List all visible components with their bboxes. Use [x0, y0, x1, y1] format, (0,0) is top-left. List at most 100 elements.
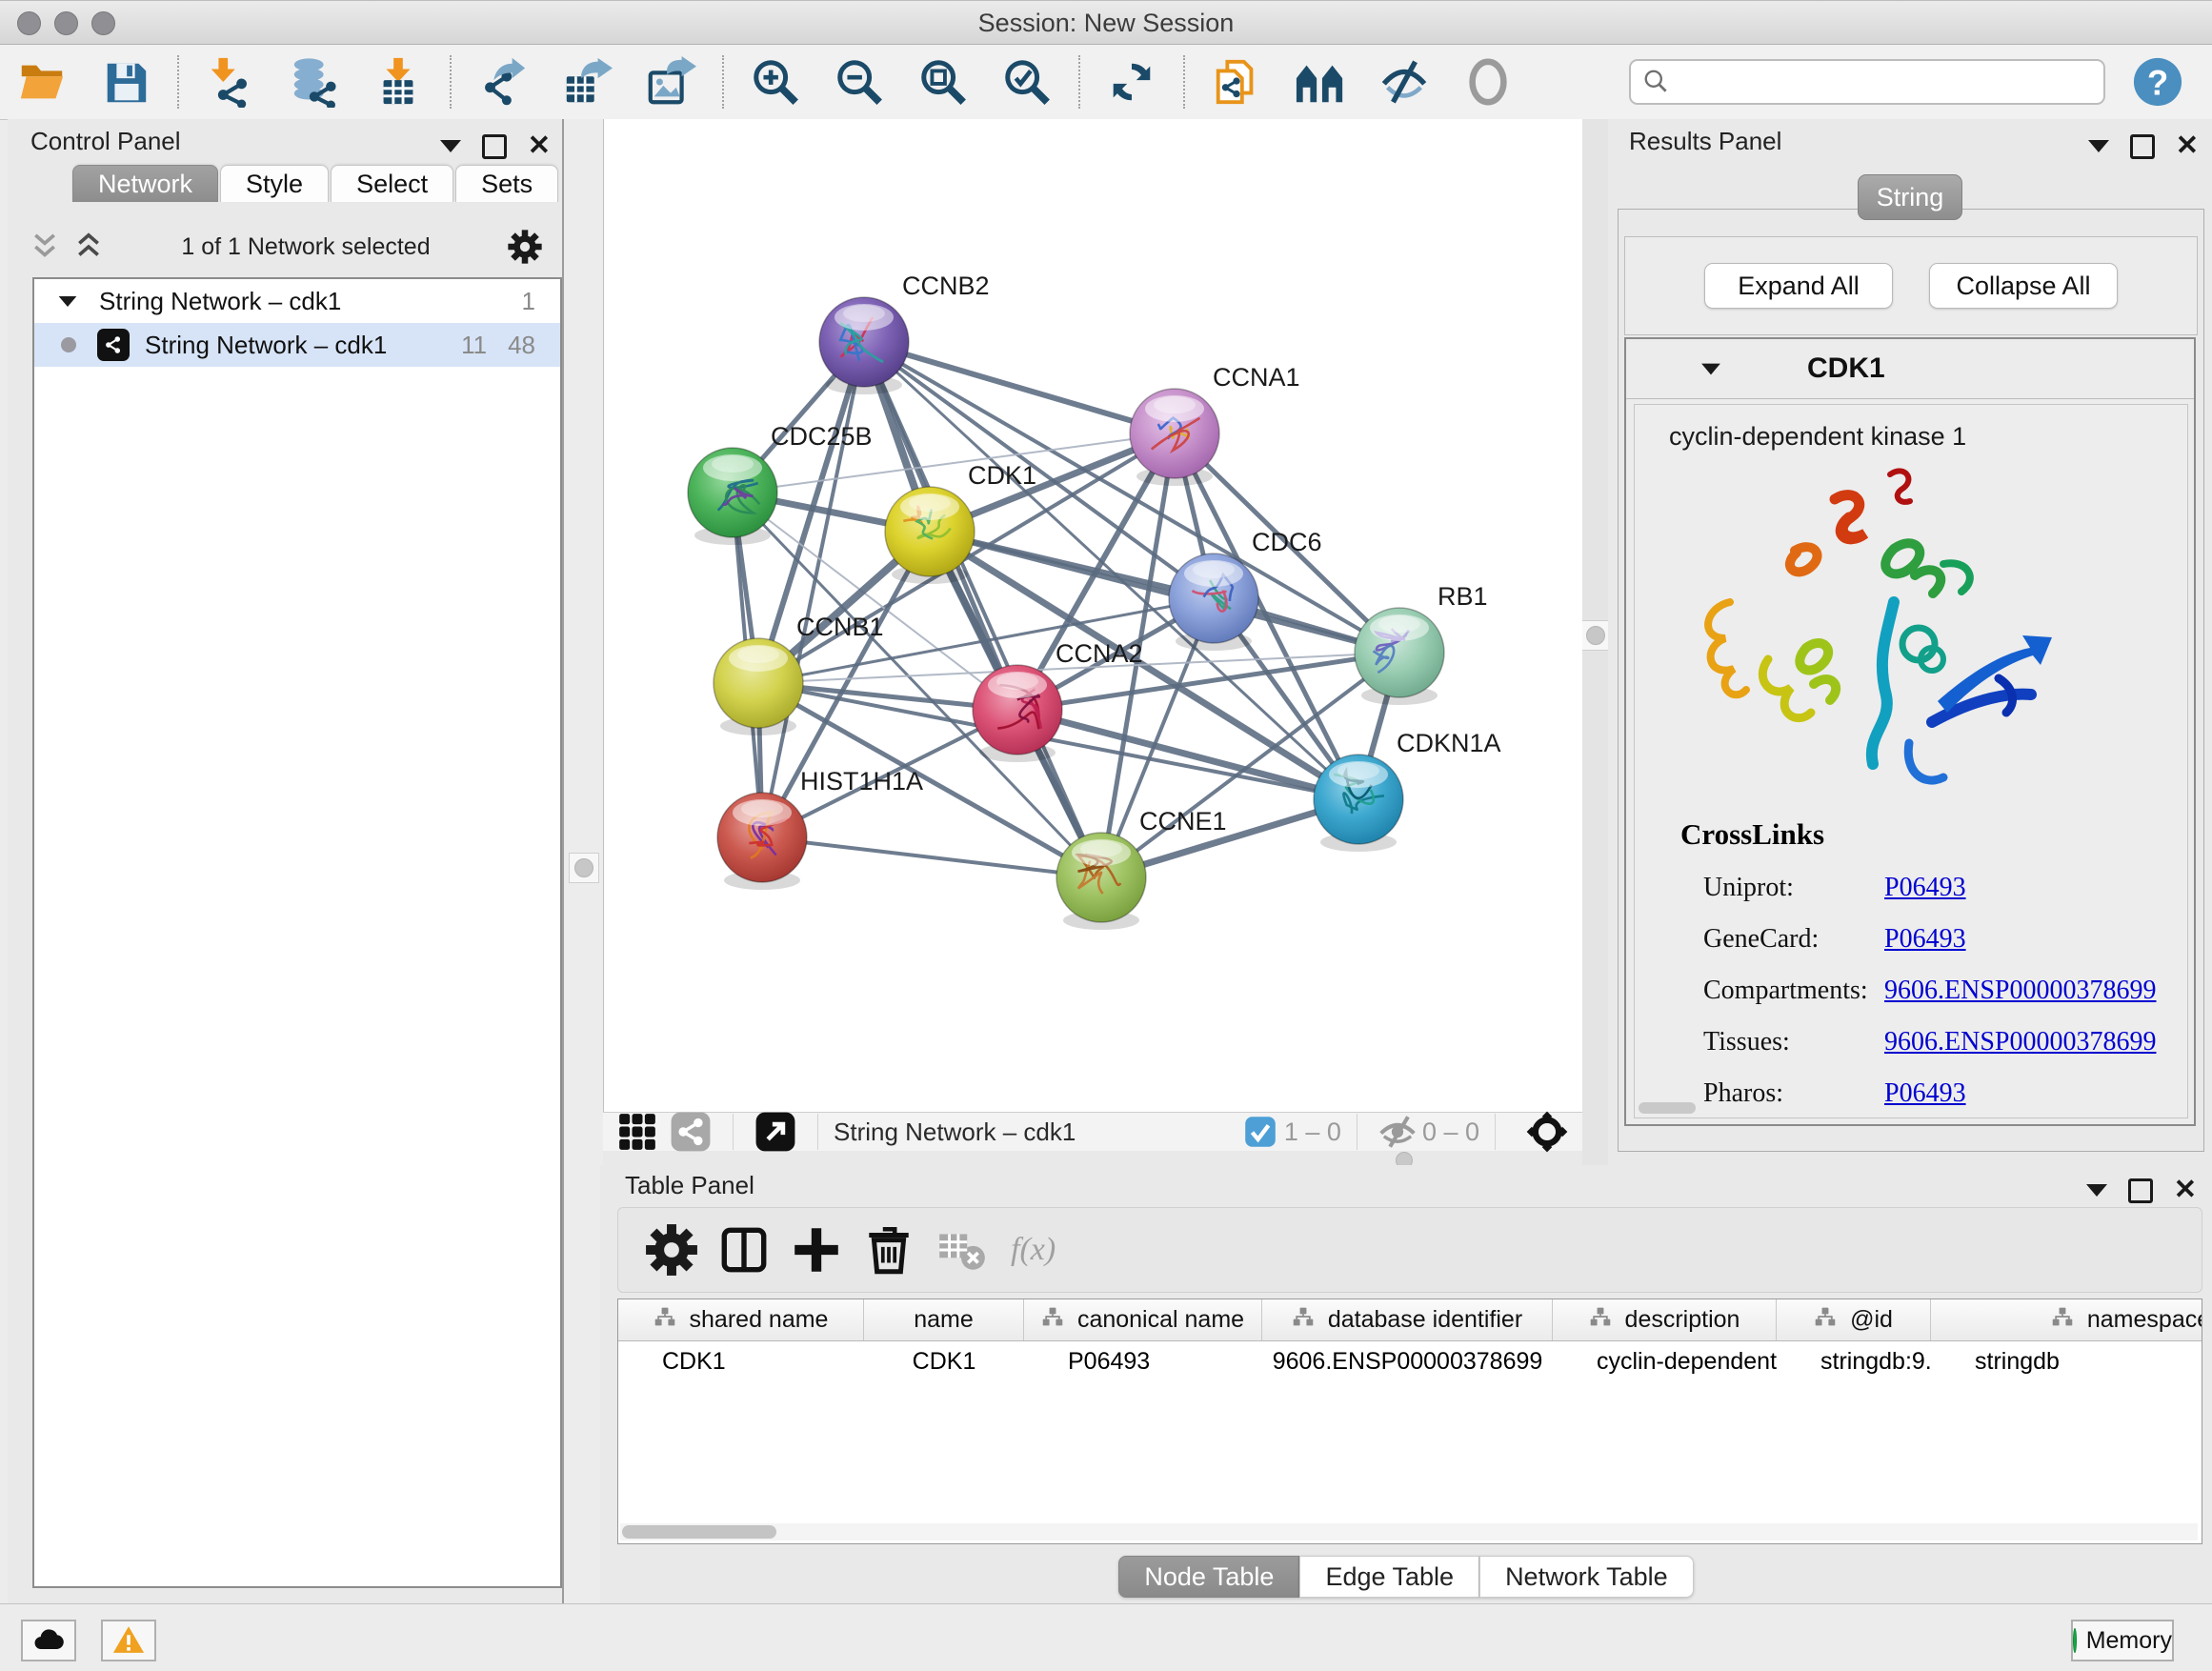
network-options-gear-icon[interactable] [507, 229, 543, 265]
import-network-file-icon[interactable] [203, 54, 258, 110]
close-panel-icon[interactable]: ✕ [2176, 132, 2199, 160]
left-splitter-grip[interactable] [569, 853, 599, 883]
tab-network-table[interactable]: Network Table [1479, 1556, 1694, 1598]
float-panel-icon[interactable] [2130, 134, 2155, 159]
edge-HIST1H1A-CCNE1[interactable] [762, 837, 1101, 877]
close-panel-icon[interactable]: ✕ [2174, 1177, 2197, 1204]
crosslink-link[interactable]: P06493 [1884, 924, 1966, 955]
expand-all-icon[interactable] [72, 231, 105, 263]
float-panel-icon[interactable] [2128, 1178, 2153, 1203]
import-table-file-icon[interactable] [371, 54, 426, 110]
save-session-icon[interactable] [98, 54, 153, 110]
memory-button[interactable]: Memory [2071, 1620, 2174, 1661]
float-panel-icon[interactable] [482, 134, 507, 159]
edge-CCNB2-HIST1H1A[interactable] [762, 342, 864, 837]
tab-style[interactable]: Style [220, 165, 329, 202]
selected-checkbox-icon[interactable] [1244, 1116, 1277, 1148]
network-node-CCNE1[interactable]: CCNE1 [1056, 807, 1227, 930]
column-header-canonical-name[interactable]: canonical name [1024, 1299, 1262, 1340]
network-row-selected[interactable]: String Network – cdk1 11 48 [34, 323, 560, 367]
crosslink-link[interactable]: 9606.ENSP00000378699 [1884, 976, 2156, 1006]
crosslink-link[interactable]: P06493 [1884, 873, 1966, 903]
cloud-icon [31, 1623, 66, 1658]
center-view-crosshair-icon[interactable] [1525, 1110, 1569, 1154]
open-session-icon[interactable] [14, 54, 70, 110]
right-splitter[interactable] [1582, 119, 1608, 1165]
column-header-namespace[interactable]: namespace [1931, 1299, 2202, 1340]
node-table[interactable]: shared namenamecanonical namedatabase id… [617, 1299, 2202, 1544]
edge-CCNB2-CCNE1[interactable] [864, 342, 1101, 877]
collapse-all-icon[interactable] [29, 231, 61, 263]
import-network-database-icon[interactable] [287, 54, 342, 110]
zoom-in-icon[interactable] [748, 54, 803, 110]
column-header-@id[interactable]: @id [1777, 1299, 1931, 1340]
collection-expand-icon[interactable] [59, 295, 77, 306]
tab-edge-table[interactable]: Edge Table [1299, 1556, 1479, 1598]
panel-menu-icon[interactable] [2086, 1184, 2107, 1197]
search-input[interactable] [1671, 68, 2103, 96]
table-horizontal-scrollbar[interactable] [620, 1523, 2198, 1540]
table-row[interactable]: CDK1CDK1P064939606.ENSP00000378699cyclin… [618, 1341, 2202, 1382]
network-graph[interactable]: CCNB2CCNA1CDC25BCDK1CDC6RB1CCNB1CCNA2CDK… [604, 119, 1583, 1112]
refresh-view-icon[interactable] [1104, 54, 1159, 110]
gene-collapse-icon[interactable] [1701, 363, 1720, 374]
birds-eye-view-icon[interactable] [754, 1111, 796, 1153]
collapse-all-button[interactable]: Collapse All [1929, 263, 2118, 309]
zoom-selected-icon[interactable] [999, 54, 1055, 110]
show-columns-icon[interactable] [716, 1222, 772, 1278]
bottom-splitter[interactable] [603, 1150, 1582, 1165]
results-panel: Results Panel ✕ String Expand All Collap… [1608, 119, 2212, 1165]
warnings-button[interactable] [101, 1620, 156, 1661]
column-header-database-identifier[interactable]: database identifier [1262, 1299, 1553, 1340]
expand-all-button[interactable]: Expand All [1704, 263, 1893, 309]
tab-string[interactable]: String [1858, 174, 1962, 220]
close-panel-icon[interactable]: ✕ [528, 132, 551, 160]
column-header-description[interactable]: description [1553, 1299, 1777, 1340]
column-header-shared-name[interactable]: shared name [618, 1299, 864, 1340]
edge-CCNB2-CCNA1[interactable] [864, 342, 1175, 433]
crosslink-link[interactable]: P06493 [1884, 1078, 1966, 1109]
panel-menu-icon[interactable] [440, 140, 461, 152]
export-network-icon[interactable] [475, 54, 531, 110]
network-collection-row[interactable]: String Network – cdk1 1 [34, 279, 560, 323]
first-neighbors-icon[interactable] [1293, 54, 1348, 110]
column-type-icon [1292, 1305, 1315, 1335]
grid-view-icon[interactable] [616, 1111, 658, 1153]
tab-network[interactable]: Network [72, 165, 218, 202]
network-node-CCNB1[interactable]: CCNB1 [714, 613, 884, 735]
export-table-icon[interactable] [559, 54, 614, 110]
left-splitter[interactable] [564, 119, 603, 1603]
network-node-RB1[interactable]: RB1 [1355, 582, 1488, 705]
toolbar-separator [1183, 55, 1185, 109]
network-node-CCNA1[interactable]: CCNA1 [1130, 363, 1300, 486]
network-node-CDC6[interactable]: CDC6 [1169, 528, 1322, 651]
network-node-CDC25B[interactable]: CDC25B [688, 422, 873, 545]
hide-details-icon[interactable] [1377, 54, 1432, 110]
cloud-button[interactable] [21, 1620, 76, 1661]
gene-section-header[interactable]: CDK1 [1626, 339, 2194, 399]
zoom-out-icon[interactable] [832, 54, 887, 110]
network-node-HIST1H1A[interactable]: HIST1H1A [717, 767, 923, 890]
crosslink-row: Compartments:9606.ENSP00000378699 [1703, 976, 2187, 1006]
tab-sets[interactable]: Sets [455, 165, 558, 202]
network-node-CDKN1A[interactable]: CDKN1A [1314, 729, 1501, 852]
right-splitter-grip[interactable] [1580, 620, 1611, 651]
network-view[interactable]: CCNB2CCNA1CDC25BCDK1CDC6RB1CCNB1CCNA2CDK… [603, 119, 1582, 1112]
tab-select[interactable]: Select [331, 165, 453, 202]
duplicate-network-icon[interactable] [1209, 54, 1264, 110]
network-share-view-icon[interactable] [670, 1111, 712, 1153]
scrollbar-thumb[interactable] [622, 1525, 776, 1539]
tab-node-table[interactable]: Node Table [1118, 1556, 1299, 1598]
column-header-name[interactable]: name [864, 1299, 1024, 1340]
zoom-fit-icon[interactable] [915, 54, 971, 110]
help-icon[interactable]: ? [2130, 54, 2185, 110]
panel-menu-icon[interactable] [2088, 140, 2109, 152]
add-column-icon[interactable] [789, 1222, 844, 1278]
table-settings-gear-icon[interactable] [644, 1222, 699, 1278]
results-scrollbar[interactable] [1639, 1102, 1696, 1114]
network-node-CCNB2[interactable]: CCNB2 [819, 272, 990, 394]
delete-column-icon[interactable] [861, 1222, 916, 1278]
crosslink-link[interactable]: 9606.ENSP00000378699 [1884, 1027, 2156, 1057]
export-image-icon[interactable] [643, 54, 698, 110]
show-details-icon[interactable] [1460, 54, 1516, 110]
